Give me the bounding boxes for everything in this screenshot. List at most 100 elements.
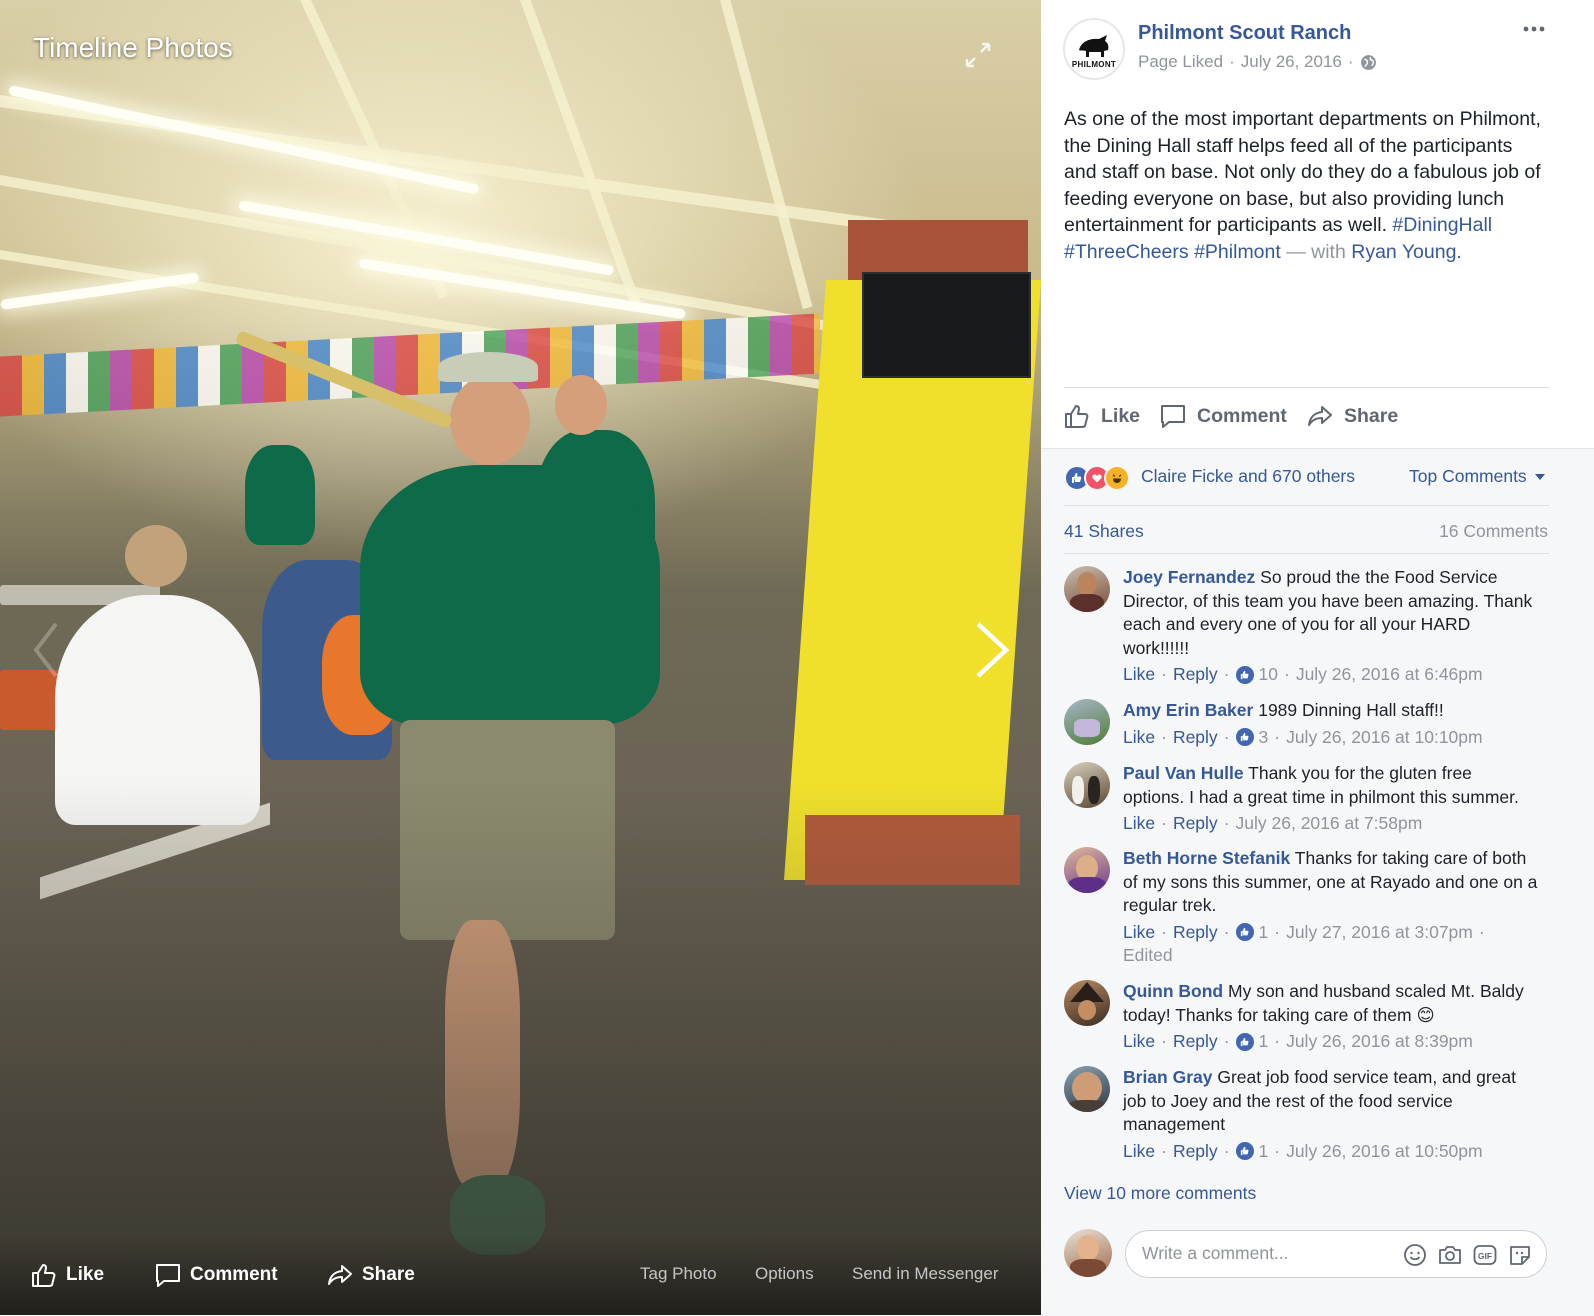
photo-share-label: Share bbox=[362, 1264, 415, 1285]
page-avatar[interactable]: PHILMONT bbox=[1063, 18, 1125, 80]
commenter-name[interactable]: Beth Horne Stefanik bbox=[1123, 848, 1290, 868]
comment-meta: Like · Reply · 3 · July 26, 2016 at 10:10pm bbox=[1123, 726, 1538, 750]
commenter-avatar[interactable] bbox=[1064, 1066, 1110, 1112]
page-name-link[interactable]: Philmont Scout Ranch bbox=[1138, 22, 1351, 45]
comment-like-link[interactable]: Like bbox=[1123, 726, 1155, 750]
commenter-name[interactable]: Brian Gray bbox=[1123, 1067, 1212, 1087]
divider bbox=[1064, 387, 1549, 388]
comment-like-count[interactable]: 10 bbox=[1259, 663, 1278, 687]
sticker-icon[interactable] bbox=[1508, 1243, 1532, 1267]
comment-meta: Like · Reply · 1 · July 26, 2016 at 10:50pm bbox=[1123, 1140, 1538, 1164]
comment-body: Paul Van Hulle Thank you for the gluten … bbox=[1123, 762, 1538, 836]
comment-body: Amy Erin Baker 1989 Dinning Hall staff!!… bbox=[1123, 699, 1538, 749]
hashtag-threecheers[interactable]: #ThreeCheers bbox=[1064, 241, 1189, 263]
comment-like-link[interactable]: Like bbox=[1123, 812, 1155, 836]
like-count-icon bbox=[1235, 728, 1254, 747]
commenter-name[interactable]: Joey Fernandez bbox=[1123, 567, 1255, 587]
more-icon[interactable] bbox=[1521, 22, 1547, 36]
reaction-icons[interactable] bbox=[1064, 465, 1130, 491]
hashtag-dininghall[interactable]: #DiningHall bbox=[1392, 214, 1492, 236]
comment-timestamp[interactable]: July 26, 2016 at 8:39pm bbox=[1286, 1030, 1473, 1054]
trumpet-player-cap bbox=[438, 352, 538, 382]
comment-button[interactable]: Comment bbox=[1159, 398, 1287, 434]
separator: · bbox=[1229, 52, 1235, 71]
like-count-icon bbox=[1235, 1032, 1254, 1051]
comment-like-count[interactable]: 3 bbox=[1259, 726, 1269, 750]
camera-icon[interactable] bbox=[1438, 1243, 1462, 1267]
comment-reply-link[interactable]: Reply bbox=[1173, 812, 1218, 836]
comment-reply-link[interactable]: Reply bbox=[1173, 726, 1218, 750]
comment-bubble-icon bbox=[1161, 405, 1185, 428]
like-button[interactable]: Like bbox=[1063, 398, 1140, 434]
comment-like-link[interactable]: Like bbox=[1123, 1140, 1155, 1164]
comment-reply-link[interactable]: Reply bbox=[1173, 663, 1218, 687]
comment-reply-link[interactable]: Reply bbox=[1173, 1030, 1218, 1054]
comment-input[interactable] bbox=[1140, 1242, 1404, 1265]
comment-like-link[interactable]: Like bbox=[1123, 921, 1155, 945]
like-count-icon bbox=[1235, 665, 1254, 684]
bull-logo-icon bbox=[1079, 35, 1109, 57]
commenter-avatar[interactable] bbox=[1064, 980, 1110, 1026]
next-arrow-icon[interactable] bbox=[972, 620, 1012, 680]
trumpet-player-shirt bbox=[360, 465, 660, 725]
tag-photo-link[interactable]: Tag Photo bbox=[640, 1264, 717, 1284]
comment-like-link[interactable]: Like bbox=[1123, 1030, 1155, 1054]
comment-like-count[interactable]: 1 bbox=[1259, 1030, 1269, 1054]
staff-face bbox=[555, 375, 607, 435]
options-link[interactable]: Options bbox=[755, 1264, 814, 1284]
comment-timestamp[interactable]: July 26, 2016 at 7:58pm bbox=[1236, 812, 1423, 836]
commenter-avatar[interactable] bbox=[1064, 762, 1110, 808]
view-more-comments-link[interactable]: View 10 more comments bbox=[1064, 1183, 1256, 1204]
comment-timestamp[interactable]: July 27, 2016 at 3:07pm bbox=[1286, 921, 1473, 945]
photo-like-button[interactable]: Like bbox=[30, 1261, 104, 1289]
separator: · bbox=[1347, 52, 1354, 71]
comment-meta: Like · Reply · July 26, 2016 at 7:58pm bbox=[1123, 812, 1538, 836]
share-arrow-icon bbox=[328, 1265, 352, 1285]
comment-like-count[interactable]: 1 bbox=[1259, 1140, 1269, 1164]
shares-count[interactable]: 41 Shares bbox=[1064, 521, 1144, 542]
photo-comment-button[interactable]: Comment bbox=[154, 1261, 278, 1289]
commenter-name[interactable]: Quinn Bond bbox=[1123, 981, 1223, 1001]
expand-icon[interactable] bbox=[963, 40, 993, 70]
post-date[interactable]: July 26, 2016 bbox=[1241, 52, 1342, 72]
comment-like-link[interactable]: Like bbox=[1123, 663, 1155, 687]
comment-timestamp[interactable]: July 26, 2016 at 6:46pm bbox=[1296, 663, 1483, 687]
comment-composer[interactable]: GIF bbox=[1125, 1230, 1547, 1278]
comment-meta: Like · Reply · 10 · July 26, 2016 at 6:46pm bbox=[1123, 663, 1538, 687]
reactions-summary[interactable]: Claire Ficke and 670 others bbox=[1141, 466, 1355, 487]
comment-meta: Like · Reply · 1 · July 27, 2016 at 3:07pm ·… bbox=[1123, 921, 1538, 968]
divider bbox=[1064, 553, 1549, 554]
prev-arrow-icon[interactable] bbox=[30, 620, 60, 680]
comment-body: Joey Fernandez So proud the the Food Ser… bbox=[1123, 566, 1538, 687]
like-count-icon bbox=[1235, 923, 1254, 942]
share-button[interactable]: Share bbox=[1306, 398, 1398, 434]
comment-reply-link[interactable]: Reply bbox=[1173, 1140, 1218, 1164]
send-in-messenger-link[interactable]: Send in Messenger bbox=[852, 1264, 998, 1284]
commenter-name[interactable]: Amy Erin Baker bbox=[1123, 700, 1253, 720]
comments-count[interactable]: 16 Comments bbox=[1439, 521, 1548, 542]
commenter-avatar[interactable] bbox=[1064, 847, 1110, 893]
smiley-icon[interactable] bbox=[1403, 1243, 1427, 1267]
current-user-avatar[interactable] bbox=[1064, 1229, 1112, 1277]
photo-action-bar: Like Comment Share Tag Photo Options Sen… bbox=[0, 1235, 1041, 1315]
comment-edited-label[interactable]: Edited bbox=[1123, 944, 1538, 968]
comment-reply-link[interactable]: Reply bbox=[1173, 921, 1218, 945]
comment-timestamp[interactable]: July 26, 2016 at 10:10pm bbox=[1286, 726, 1483, 750]
hashtag-philmont[interactable]: #Philmont bbox=[1194, 241, 1281, 263]
commenter-avatar[interactable] bbox=[1064, 699, 1110, 745]
with-text: — with bbox=[1280, 240, 1346, 263]
top-comments-dropdown[interactable]: Top Comments bbox=[1409, 466, 1545, 487]
photo-share-button[interactable]: Share bbox=[326, 1261, 415, 1289]
comment-text: 1989 Dinning Hall staff!! bbox=[1258, 700, 1444, 720]
comment-timestamp[interactable]: July 26, 2016 at 10:50pm bbox=[1286, 1140, 1483, 1164]
photo-viewer[interactable]: Timeline Photos Like Comment Share Tag P… bbox=[0, 0, 1041, 1315]
divider bbox=[1064, 505, 1549, 506]
comment-like-count[interactable]: 1 bbox=[1259, 921, 1269, 945]
commenter-name[interactable]: Paul Van Hulle bbox=[1123, 763, 1244, 783]
gif-icon[interactable]: GIF bbox=[1473, 1243, 1497, 1267]
thumbs-up-icon bbox=[32, 1264, 56, 1287]
tagged-person-link[interactable]: Ryan Young. bbox=[1351, 241, 1462, 263]
trumpet-player-face bbox=[450, 375, 530, 465]
comment-body: Quinn Bond My son and husband scaled Mt.… bbox=[1123, 980, 1538, 1054]
commenter-avatar[interactable] bbox=[1064, 566, 1110, 612]
